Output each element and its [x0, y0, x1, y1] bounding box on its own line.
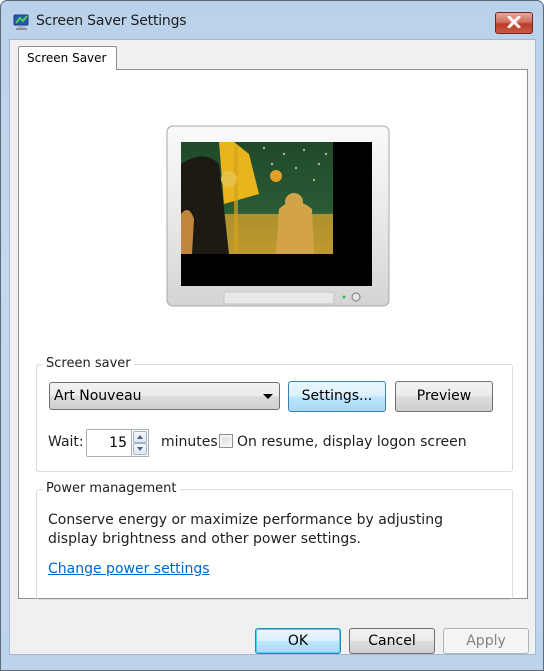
- close-icon: [507, 15, 521, 31]
- arrow-down-icon: [137, 447, 143, 451]
- settings-button-label: Settings...: [301, 388, 373, 404]
- spin-up-button[interactable]: [133, 431, 147, 443]
- title-bar[interactable]: Screen Saver Settings: [1, 1, 543, 41]
- ok-button[interactable]: OK: [255, 628, 341, 654]
- cancel-button-label: Cancel: [368, 633, 416, 649]
- on-resume-logon-label[interactable]: On resume, display logon screen: [237, 434, 467, 450]
- spin-down-button[interactable]: [133, 443, 147, 455]
- preview-button-label: Preview: [416, 388, 472, 404]
- change-power-settings-link[interactable]: Change power settings: [48, 561, 210, 577]
- chevron-down-icon: [263, 394, 273, 399]
- power-led: [342, 295, 346, 299]
- screen-saver-settings-window: Screen Saver Settings Screen Saver Scree…: [0, 0, 544, 671]
- power-management-group: Power management Conserve energy or maxi…: [36, 481, 513, 600]
- monitor-power-button: [351, 292, 361, 302]
- preview-button[interactable]: Preview: [395, 381, 493, 412]
- display-settings-icon: [13, 13, 29, 30]
- apply-button[interactable]: Apply: [443, 628, 529, 654]
- arrow-up-icon: [137, 435, 143, 439]
- wait-minutes-spinner: [131, 429, 149, 457]
- tab-label: Screen Saver: [27, 51, 107, 65]
- screen-saver-dropdown[interactable]: Art Nouveau: [49, 382, 280, 410]
- screensaver-artwork: [181, 142, 333, 254]
- wait-minutes-input[interactable]: 15: [86, 429, 131, 457]
- cancel-button[interactable]: Cancel: [349, 628, 435, 654]
- apply-button-label: Apply: [466, 633, 506, 649]
- close-button[interactable]: [495, 12, 533, 34]
- power-description-line-2: display brightness and other power setti…: [48, 531, 362, 547]
- settings-button[interactable]: Settings...: [288, 381, 386, 412]
- tab-screen-saver[interactable]: Screen Saver: [18, 46, 117, 70]
- on-resume-logon-checkbox[interactable]: [219, 434, 233, 448]
- screen-saver-group: Screen saver Art Nouveau Settings... Pre…: [36, 356, 513, 472]
- dialog-client-area: Screen Saver Screen saver Art Nouveau Se…: [9, 39, 536, 655]
- screen-saver-group-label: Screen saver: [43, 356, 134, 371]
- tab-panel-screen-saver: Screen saver Art Nouveau Settings... Pre…: [18, 69, 528, 600]
- wait-minutes-value: 15: [109, 435, 127, 451]
- minutes-label: minutes: [161, 434, 218, 450]
- ok-button-label: OK: [287, 633, 309, 649]
- power-description-line-1: Conserve energy or maximize performance …: [48, 512, 443, 528]
- power-management-group-label: Power management: [43, 481, 180, 496]
- window-title: Screen Saver Settings: [36, 13, 187, 29]
- screen-saver-preview-monitor: [164, 124, 394, 309]
- screen-saver-selected: Art Nouveau: [54, 388, 142, 404]
- wait-label: Wait:: [48, 434, 84, 450]
